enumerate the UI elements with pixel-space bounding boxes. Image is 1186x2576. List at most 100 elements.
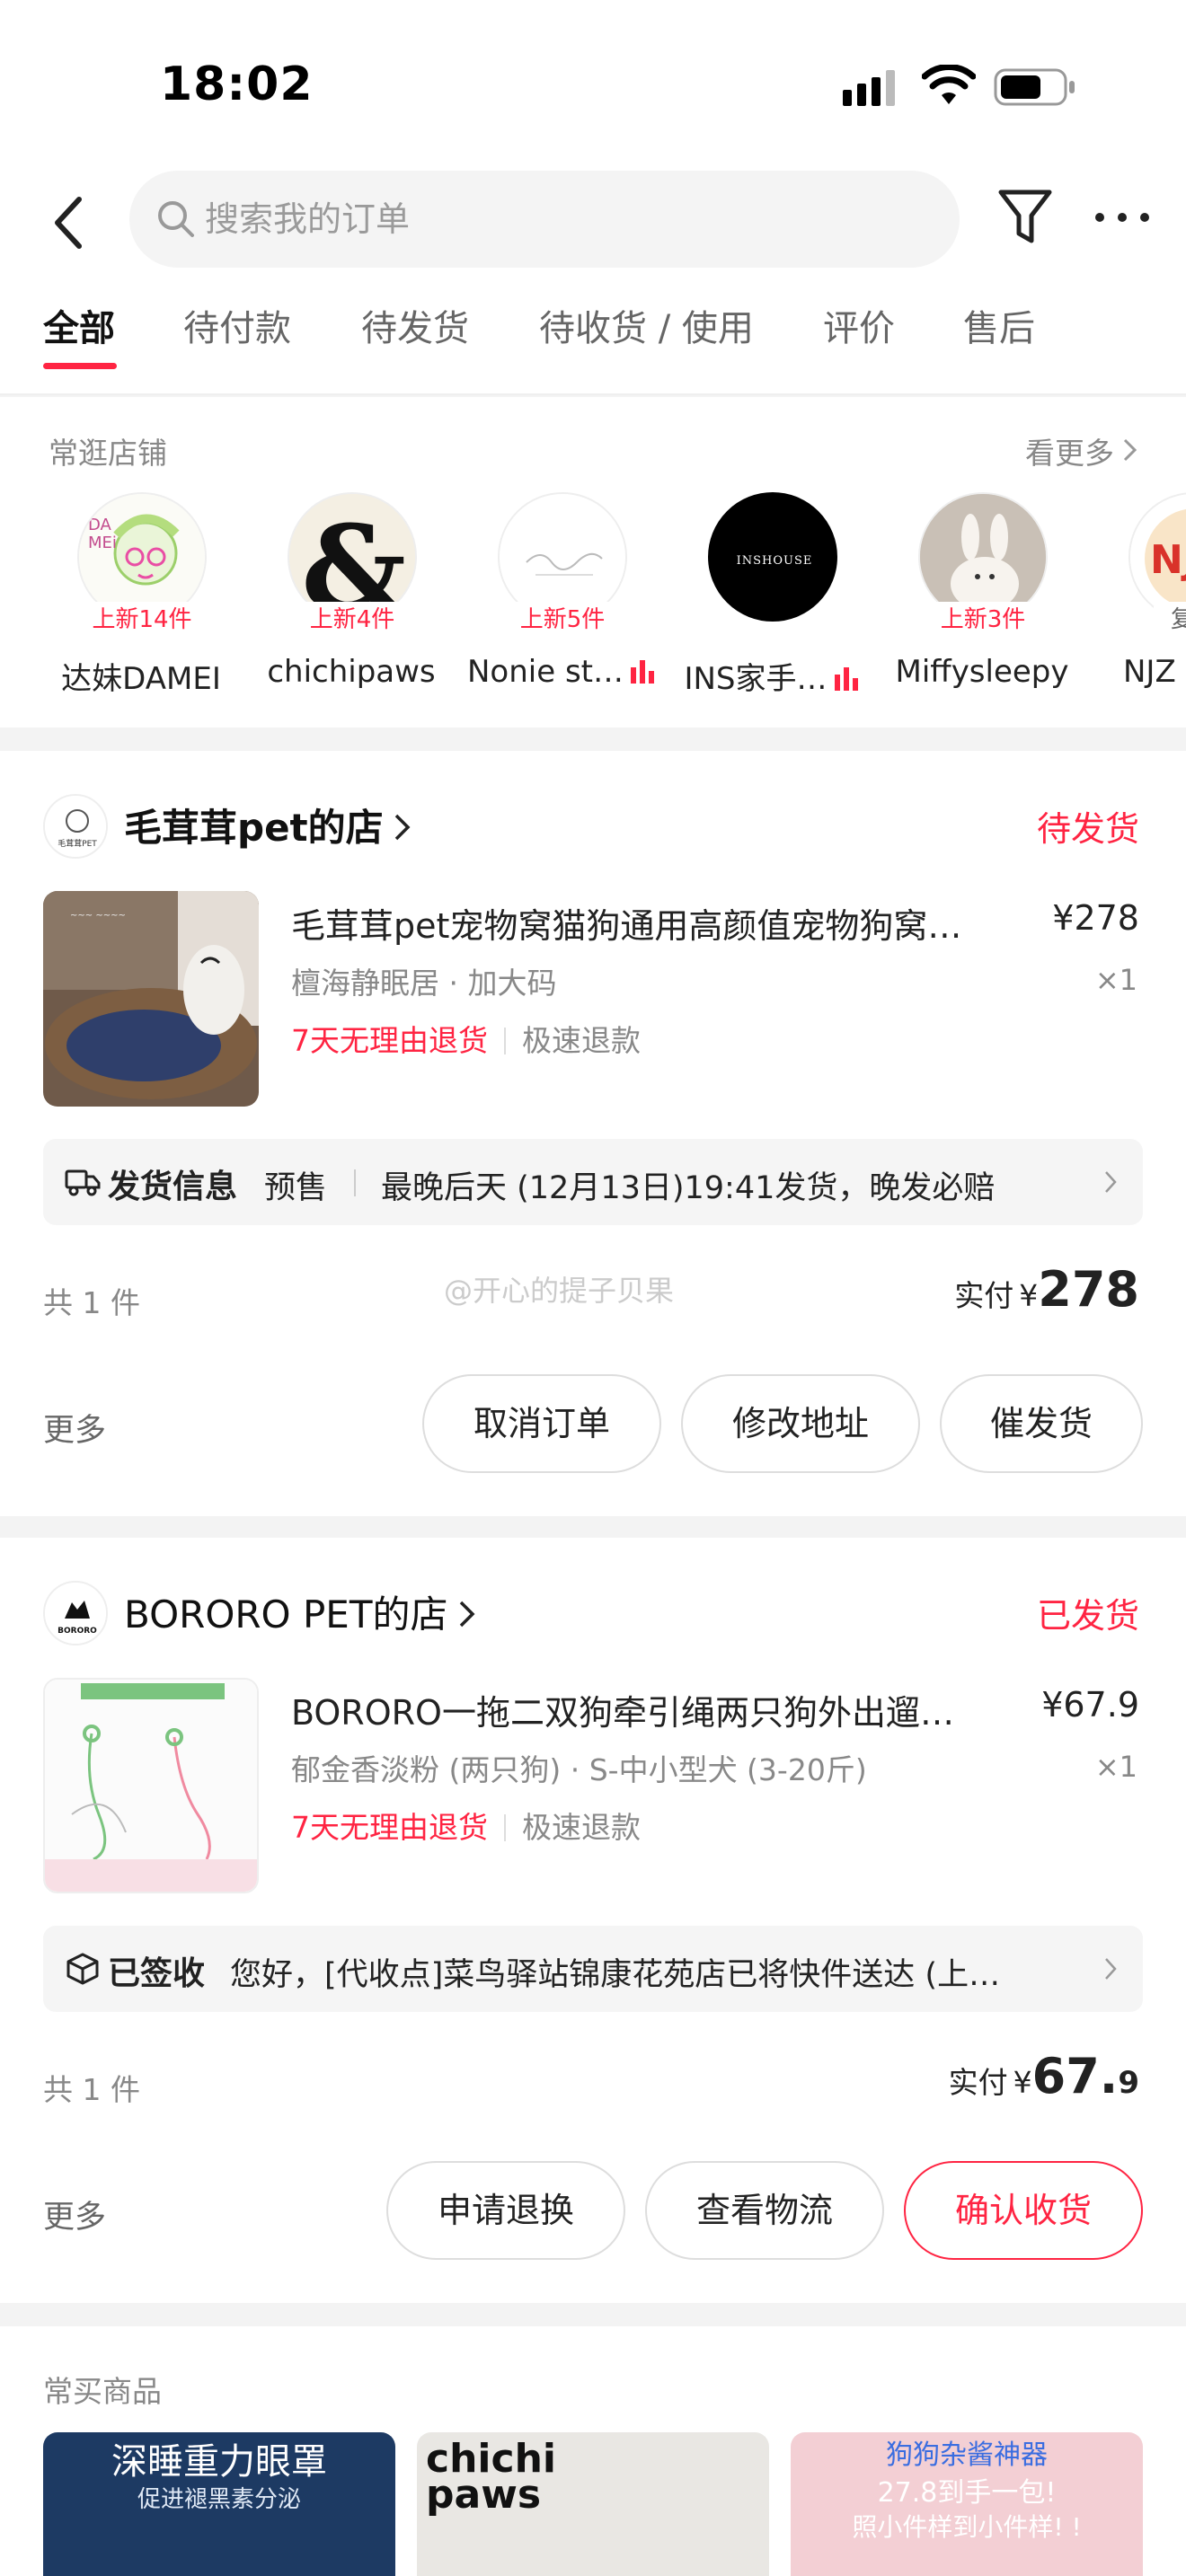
svg-text:DA: DA [88, 516, 112, 534]
order-card: BORORO BORORO PET的店 已发货 BORORO一拖二双狗牵引绳两只… [0, 1538, 1186, 2303]
return-policy-tag: 7天无理由退货 [291, 1810, 488, 1845]
tag-divider [504, 1814, 506, 1841]
tab-review[interactable]: 评价 [823, 296, 895, 395]
header: 全部 待付款 待发货 待收货 / 使用 评价 售后 [0, 162, 1186, 395]
shop-item[interactable]: 上新5件 Nonie st… [456, 492, 667, 717]
live-indicator-icon [834, 667, 858, 691]
shop-avatar: INSHOUSE [708, 492, 837, 622]
tab-pending-payment[interactable]: 待付款 [183, 296, 291, 395]
product-price: ¥278 [1052, 898, 1139, 938]
shop-item[interactable]: NJ 复购 NJZ [1087, 492, 1186, 717]
divider [354, 1169, 356, 1196]
truck-icon [65, 1169, 101, 1196]
live-indicator-icon [631, 660, 654, 684]
more-options-icon[interactable] [1091, 192, 1154, 243]
filter-icon[interactable] [996, 185, 1055, 248]
delivery-status-bar[interactable]: 已签收 您好，[代收点]菜鸟驿站锦康花苑店已将快件送达 (上… [43, 1926, 1143, 2012]
shop-item[interactable]: DA MEi 上新14件 达妹DAMEI [36, 492, 246, 717]
shop-name: chichipaws [267, 654, 436, 690]
frequent-item-card[interactable]: 深睡重力眼罩 促进褪黑素分泌 [43, 2432, 395, 2576]
shop-logo-text: INSHOUSE [737, 554, 813, 568]
cellular-signal-icon [843, 70, 895, 106]
new-items-badge: 上新4件 [279, 602, 426, 638]
delivery-status-label: 已签收 [108, 1955, 206, 1992]
item-promo-subtext: 促进褪黑素分泌 [137, 2486, 301, 2513]
product-image[interactable] [43, 1678, 259, 1893]
fast-refund-tag: 极速退款 [522, 1810, 641, 1845]
product-image[interactable]: ~~~ ~~~~ [43, 891, 259, 1107]
tab-after-sales[interactable]: 售后 [963, 296, 1035, 395]
watermark: @开心的提子贝果 [444, 1274, 675, 1308]
paid-amount: 67. [1031, 2048, 1119, 2104]
shop-name-text: Nonie st… [466, 654, 624, 690]
item-count: 共 1 件 [43, 2072, 140, 2107]
frequent-item-card[interactable]: chichi paws [417, 2432, 769, 2576]
shop-item[interactable]: & 上新4件 chichipaws [246, 492, 456, 717]
currency-symbol: ¥ [1013, 2065, 1032, 2100]
request-return-button[interactable]: 申请退换 [386, 2161, 625, 2260]
search-icon [158, 201, 194, 237]
cancel-order-button[interactable]: 取消订单 [422, 1374, 661, 1473]
shipping-label: 发货信息 [108, 1169, 238, 1205]
edit-address-button[interactable]: 修改地址 [681, 1374, 920, 1473]
store-name-link[interactable]: BORORO PET的店 [124, 1584, 477, 1639]
return-policy-tag: 7天无理由退货 [291, 1023, 488, 1058]
urge-shipment-button[interactable]: 催发货 [940, 1374, 1143, 1473]
frequently-bought-title: 常买商品 [43, 2374, 162, 2409]
chevron-right-icon [1123, 438, 1137, 462]
delivery-status-text: 您好，[代收点]菜鸟驿站锦康花苑店已将快件送达 (上… [230, 1957, 1001, 1993]
product-title[interactable]: BORORO一拖二双狗牵引绳两只狗外出遛… [291, 1685, 1037, 1734]
shop-name: 达妹DAMEI [61, 661, 221, 697]
store-logo-text: BORORO [58, 1627, 97, 1636]
track-package-button[interactable]: 查看物流 [645, 2161, 884, 2260]
item-promo-text: 27.8到手一包! [877, 2477, 1057, 2509]
order-status: 已发货 [1036, 1596, 1139, 1636]
tab-pending-shipment[interactable]: 待发货 [361, 296, 469, 395]
fast-refund-tag: 极速退款 [522, 1023, 641, 1058]
frequent-item-card[interactable]: 狗狗杂酱神器 27.8到手一包! 照小件样到小件样! ! [791, 2432, 1143, 2576]
wifi-icon [922, 65, 976, 104]
presale-label: 预售 [264, 1170, 328, 1206]
shop-item[interactable]: 上新3件 Miffysleepy [877, 492, 1087, 717]
frequent-shops-title: 常逛店铺 [49, 436, 167, 471]
shop-name: NJZ [1123, 654, 1176, 690]
see-more-link[interactable]: 看更多 [1025, 429, 1114, 472]
store-logo[interactable]: 毛茸茸PET [43, 794, 108, 859]
product-title[interactable]: 毛茸茸pet宠物窝猫狗通用高颜值宠物狗窝… [291, 898, 1037, 948]
shop-item[interactable]: INSHOUSE INS家手… [667, 492, 877, 717]
chevron-right-icon [1105, 1958, 1117, 1980]
more-actions-link[interactable]: 更多 [43, 1405, 106, 1451]
more-actions-link[interactable]: 更多 [43, 2192, 106, 2237]
product-quantity: ×1 [1094, 963, 1137, 997]
store-name: 毛茸茸pet的店 [124, 806, 384, 850]
store-name-link[interactable]: 毛茸茸pet的店 [124, 798, 412, 852]
paid-label: 实付 [954, 1278, 1014, 1313]
search-input[interactable] [205, 171, 924, 268]
svg-text:~~~ ~~~~: ~~~ ~~~~ [70, 911, 126, 921]
paid-label: 实付 [948, 2065, 1008, 2100]
item-count: 共 1 件 [43, 1285, 140, 1320]
product-tags: 7天无理由退货 极速退款 [291, 1804, 641, 1847]
status-time: 18:02 [160, 57, 314, 111]
amount-paid: 实付 ¥278 [954, 1261, 1139, 1318]
product-price: ¥67.9 [1041, 1685, 1139, 1725]
tab-all[interactable]: 全部 [43, 296, 115, 395]
tag-divider [504, 1028, 506, 1054]
paid-amount: 278 [1038, 1261, 1139, 1318]
product-spec: 檀海静眠居 · 加大码 [291, 966, 557, 1001]
product-spec: 郁金香淡粉 (两只狗) · S-中小型犬 (3-20斤) [291, 1752, 867, 1787]
new-items-badge: 上新3件 [909, 602, 1057, 638]
shop-name: INS家手… [667, 654, 877, 698]
paid-decimal: 9 [1118, 2065, 1139, 2101]
confirm-receipt-button[interactable]: 确认收货 [904, 2161, 1143, 2260]
item-promo-text: 狗狗杂酱神器 [886, 2439, 1048, 2471]
shipping-text: 最晚后天 (12月13日)19:41发货，晚发必赔 [381, 1170, 996, 1206]
tab-pending-receipt[interactable]: 待收货 / 使用 [539, 296, 754, 395]
back-icon[interactable] [41, 187, 95, 259]
shipping-info-bar[interactable]: 发货信息 预售 最晚后天 (12月13日)19:41发货，晚发必赔 [43, 1139, 1143, 1225]
product-quantity: ×1 [1094, 1750, 1137, 1784]
shop-name: Nonie st… [456, 654, 667, 690]
chevron-right-icon [459, 1601, 474, 1628]
search-box[interactable] [129, 171, 960, 268]
store-logo[interactable]: BORORO [43, 1581, 108, 1645]
